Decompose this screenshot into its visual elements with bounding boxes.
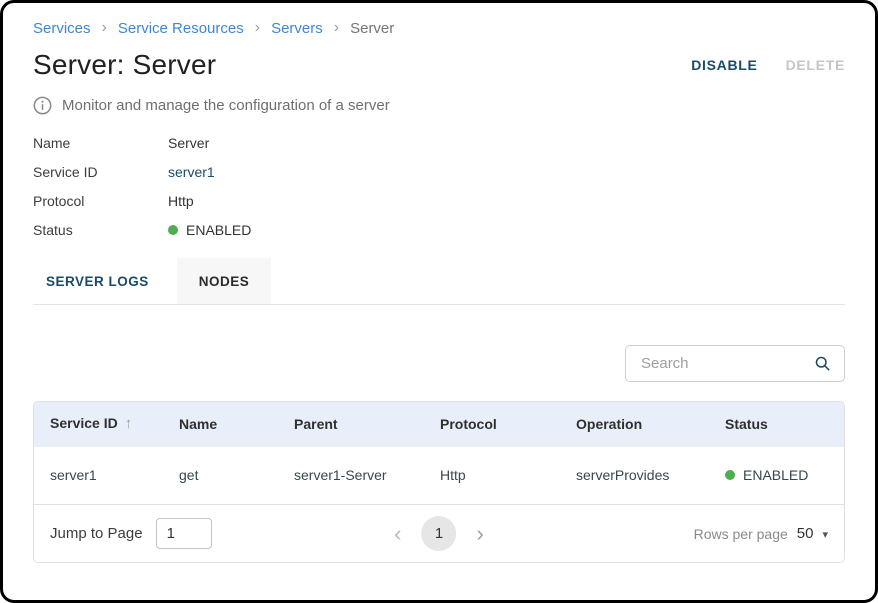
table-header-row: Service ID ↑ Name Parent Protocol Operati… <box>34 402 844 446</box>
caret-down-icon: ▾ <box>822 528 828 541</box>
rows-per-page-select[interactable]: Rows per page 50 ▾ <box>694 525 828 542</box>
chevron-right-icon: › <box>255 20 260 36</box>
detail-row-name: Name Server <box>33 128 845 157</box>
server-details: Name Server Service ID server1 Protocol … <box>33 128 845 244</box>
service-id-link[interactable]: server1 <box>168 164 215 180</box>
chevron-right-icon: › <box>334 20 339 36</box>
table-footer: Jump to Page ‹ 1 › Rows per page 50 ▾ <box>34 504 844 562</box>
cell-service-id: server1 <box>34 446 179 504</box>
page-title: Server: Server <box>33 49 216 81</box>
cell-parent: server1-Server <box>294 446 440 504</box>
column-header-protocol[interactable]: Protocol <box>440 402 576 446</box>
cell-status: ENABLED <box>725 446 844 504</box>
rows-per-page-value: 50 <box>797 525 814 542</box>
breadcrumb-services[interactable]: Services <box>33 20 91 37</box>
status-text: ENABLED <box>186 222 251 238</box>
breadcrumb-servers[interactable]: Servers <box>271 20 323 37</box>
status-dot-icon <box>168 225 178 235</box>
cell-name: get <box>179 446 294 504</box>
sort-ascending-icon: ↑ <box>125 415 133 432</box>
column-header-name[interactable]: Name <box>179 402 294 446</box>
search-box <box>625 345 845 382</box>
detail-value-protocol: Http <box>168 193 194 209</box>
column-header-status[interactable]: Status <box>725 402 844 446</box>
app-window: Services › Service Resources › Servers ›… <box>0 0 878 603</box>
previous-page-icon[interactable]: ‹ <box>390 523 405 545</box>
search-icon[interactable] <box>814 355 831 372</box>
column-header-parent[interactable]: Parent <box>294 402 440 446</box>
nodes-table-card: Service ID ↑ Name Parent Protocol Operati… <box>33 401 845 563</box>
detail-label: Name <box>33 135 168 151</box>
breadcrumb-current: Server <box>350 20 394 37</box>
jump-to-page-label: Jump to Page <box>50 525 143 542</box>
column-header-service-id[interactable]: Service ID ↑ <box>34 402 179 446</box>
status-badge: ENABLED <box>725 467 836 483</box>
page-1-button[interactable]: 1 <box>422 516 457 551</box>
detail-row-service-id: Service ID server1 <box>33 157 845 186</box>
status-text: ENABLED <box>743 467 808 483</box>
table-row[interactable]: server1 get server1-Server Http serverPr… <box>34 446 844 504</box>
tab-nodes[interactable]: NODES <box>177 258 272 304</box>
status-badge: ENABLED <box>168 222 251 238</box>
chevron-right-icon: › <box>102 20 107 36</box>
breadcrumb: Services › Service Resources › Servers ›… <box>33 3 845 37</box>
breadcrumb-service-resources[interactable]: Service Resources <box>118 20 244 37</box>
jump-to-page: Jump to Page <box>50 518 212 549</box>
page-description: Monitor and manage the configuration of … <box>62 97 390 114</box>
next-page-icon[interactable]: › <box>473 523 488 545</box>
detail-row-protocol: Protocol Http <box>33 186 845 215</box>
tab-server-logs[interactable]: SERVER LOGS <box>33 258 177 304</box>
page-number-input[interactable] <box>156 518 212 549</box>
rows-per-page-label: Rows per page <box>694 526 788 542</box>
detail-label: Status <box>33 222 168 238</box>
pagination: ‹ 1 › <box>390 516 488 551</box>
tab-bar: SERVER LOGS NODES <box>33 258 845 305</box>
detail-label: Service ID <box>33 164 168 180</box>
detail-row-status: Status ENABLED <box>33 215 845 244</box>
status-dot-icon <box>725 470 735 480</box>
cell-protocol: Http <box>440 446 576 504</box>
detail-label: Protocol <box>33 193 168 209</box>
cell-operation: serverProvides <box>576 446 725 504</box>
info-icon <box>33 96 52 115</box>
search-input[interactable] <box>639 354 806 373</box>
disable-button[interactable]: DISABLE <box>691 57 757 73</box>
delete-button: DELETE <box>786 57 845 73</box>
detail-value-name: Server <box>168 135 209 151</box>
nodes-table: Service ID ↑ Name Parent Protocol Operati… <box>34 402 844 504</box>
column-header-operation[interactable]: Operation <box>576 402 725 446</box>
column-label: Service ID <box>50 415 118 431</box>
page-actions: DISABLE DELETE <box>691 57 845 73</box>
